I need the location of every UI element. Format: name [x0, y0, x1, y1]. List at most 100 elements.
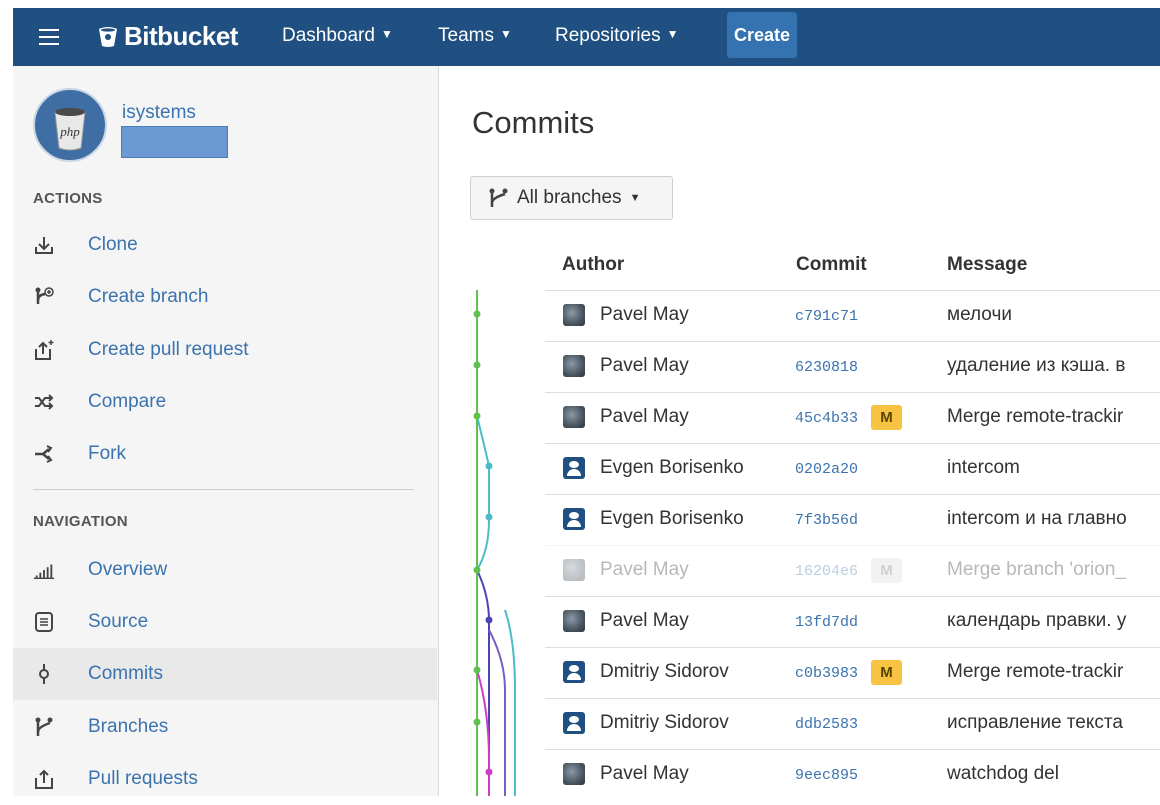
column-header-message: Message	[947, 254, 1028, 275]
sidebar-item-label: Pull requests	[88, 768, 198, 789]
table-row[interactable]: Pavel May 6230818 удаление из кэша. в	[545, 341, 1160, 391]
sidebar-item-pull-requests[interactable]: Pull requests	[13, 753, 437, 805]
owner-link[interactable]: isystems	[122, 102, 196, 124]
table-row[interactable]: Pavel May c791c71 мелочи	[545, 290, 1160, 340]
sidebar-item-commits[interactable]: Commits	[13, 648, 437, 700]
table-row[interactable]: Dmitriy Sidorov c0b3983 M Merge remote-trac…	[545, 647, 1160, 697]
commit-hash-link[interactable]: 13fd7dd	[795, 614, 858, 631]
commit-hash-link[interactable]: 45c4b33	[795, 410, 858, 427]
commit-message[interactable]: watchdog del	[947, 763, 1160, 785]
pull-requests-icon	[33, 768, 55, 790]
sidebar-item-overview[interactable]: Overview	[13, 544, 437, 596]
sidebar-item-branches[interactable]: Branches	[13, 701, 437, 753]
create-button[interactable]: Create	[727, 12, 797, 58]
sidebar-item-label: Commits	[88, 663, 163, 684]
table-row[interactable]: Dmitriy Sidorov ddb2583 исправление текста	[545, 698, 1160, 748]
commit-hash-link[interactable]: c791c71	[795, 308, 858, 325]
sidebar-item-label: Create branch	[88, 286, 209, 307]
author-name[interactable]: Pavel May	[600, 763, 689, 785]
commit-hash-link[interactable]: c0b3983	[795, 665, 858, 682]
commit-message[interactable]: Merge remote-trackir	[947, 661, 1160, 683]
bitbucket-logo[interactable]: Bitbucket	[98, 21, 238, 52]
table-row[interactable]: Pavel May 13fd7dd календарь правки. у	[545, 596, 1160, 646]
nav-teams[interactable]: Teams ▼	[438, 25, 512, 47]
chevron-down-icon: ▼	[380, 27, 393, 41]
sidebar-item-label: Source	[88, 611, 149, 632]
commit-message[interactable]: Merge remote-trackir	[947, 406, 1160, 428]
commit-message[interactable]: удаление из кэша. в	[947, 355, 1160, 377]
fork-icon	[33, 443, 55, 465]
author-name[interactable]: Pavel May	[600, 355, 689, 377]
commit-hash-link[interactable]: 7f3b56d	[795, 512, 858, 529]
author-avatar	[563, 355, 585, 377]
sidebar-item-create-pull-request[interactable]: Create pull request	[13, 324, 437, 376]
author-name[interactable]: Evgen Borisenko	[600, 508, 744, 530]
commit-hash-link[interactable]: ddb2583	[795, 716, 858, 733]
sidebar-item-label: Overview	[88, 559, 168, 580]
branch-filter-dropdown[interactable]: All branches ▼	[470, 176, 673, 220]
author-avatar	[563, 610, 585, 632]
author-avatar	[563, 508, 585, 530]
source-icon	[33, 611, 55, 633]
table-row[interactable]: Pavel May 16204e6 M Merge branch 'orion_	[545, 545, 1160, 595]
table-row[interactable]: Evgen Borisenko 7f3b56d intercom и на глав…	[545, 494, 1160, 544]
merge-badge: M	[871, 660, 902, 685]
top-navigation-bar: Bitbucket Dashboard ▼ Teams ▼ Repositories…	[13, 8, 1160, 66]
author-avatar	[563, 304, 585, 326]
author-name[interactable]: Pavel May	[600, 610, 689, 632]
author-name[interactable]: Pavel May	[600, 559, 689, 581]
sidebar-item-compare[interactable]: Compare	[13, 376, 437, 428]
actions-heading: ACTIONS	[33, 190, 103, 207]
author-avatar	[563, 763, 585, 785]
repo-name-redacted	[121, 126, 228, 158]
author-name[interactable]: Pavel May	[600, 406, 689, 428]
navigation-heading: NAVIGATION	[33, 513, 128, 530]
sidebar: php isystems ACTIONS Clone Create branch…	[13, 66, 439, 796]
author-name[interactable]: Dmitriy Sidorov	[600, 661, 729, 683]
commit-graph	[473, 290, 516, 796]
table-row[interactable]: Pavel May 9eec895 watchdog del	[545, 749, 1160, 799]
nav-repositories[interactable]: Repositories ▼	[555, 25, 679, 47]
branch-filter-label: All branches	[517, 187, 622, 208]
author-name[interactable]: Dmitriy Sidorov	[600, 712, 729, 734]
sidebar-item-source[interactable]: Source	[13, 596, 437, 648]
author-name[interactable]: Pavel May	[600, 304, 689, 326]
sidebar-item-label: Create pull request	[88, 339, 249, 360]
commit-hash-link[interactable]: 6230818	[795, 359, 858, 376]
chevron-down-icon: ▼	[629, 192, 641, 204]
commit-message[interactable]: календарь правки. у	[947, 610, 1160, 632]
commit-message[interactable]: Merge branch 'orion_	[947, 559, 1160, 581]
merge-badge: M	[871, 405, 902, 430]
repo-avatar[interactable]: php	[33, 88, 107, 162]
table-row[interactable]: Pavel May 45c4b33 M Merge remote-trackir	[545, 392, 1160, 442]
commit-message[interactable]: исправление текста	[947, 712, 1160, 734]
chevron-down-icon: ▼	[499, 27, 512, 41]
nav-dashboard[interactable]: Dashboard ▼	[282, 25, 393, 47]
create-branch-icon	[33, 286, 55, 308]
commit-hash-link[interactable]: 16204e6	[795, 563, 858, 580]
commit-hash-link[interactable]: 0202a20	[795, 461, 858, 478]
merge-badge: M	[871, 558, 902, 583]
author-avatar	[563, 406, 585, 428]
create-pull-request-icon	[33, 339, 55, 361]
sidebar-item-fork[interactable]: Fork	[13, 428, 437, 480]
author-avatar	[563, 661, 585, 683]
compare-icon	[33, 391, 55, 413]
commit-message[interactable]: мелочи	[947, 304, 1160, 326]
menu-icon[interactable]	[39, 29, 59, 45]
commit-message[interactable]: intercom и на главно	[947, 508, 1160, 530]
table-row[interactable]: Evgen Borisenko 0202a20 intercom	[545, 443, 1160, 493]
commit-message[interactable]: intercom	[947, 457, 1160, 479]
chevron-down-icon: ▼	[666, 27, 679, 41]
sidebar-item-label: Fork	[88, 443, 126, 464]
sidebar-item-create-branch[interactable]: Create branch	[13, 271, 437, 323]
php-cup-icon: php	[54, 108, 86, 151]
sidebar-item-clone[interactable]: Clone	[13, 219, 437, 271]
author-name[interactable]: Evgen Borisenko	[600, 457, 744, 479]
author-avatar	[563, 712, 585, 734]
brand-title: Bitbucket	[124, 21, 238, 51]
sidebar-item-label: Compare	[88, 391, 167, 412]
sidebar-item-label: Branches	[88, 716, 169, 737]
commit-hash-link[interactable]: 9eec895	[795, 767, 858, 784]
bucket-icon	[99, 26, 117, 47]
